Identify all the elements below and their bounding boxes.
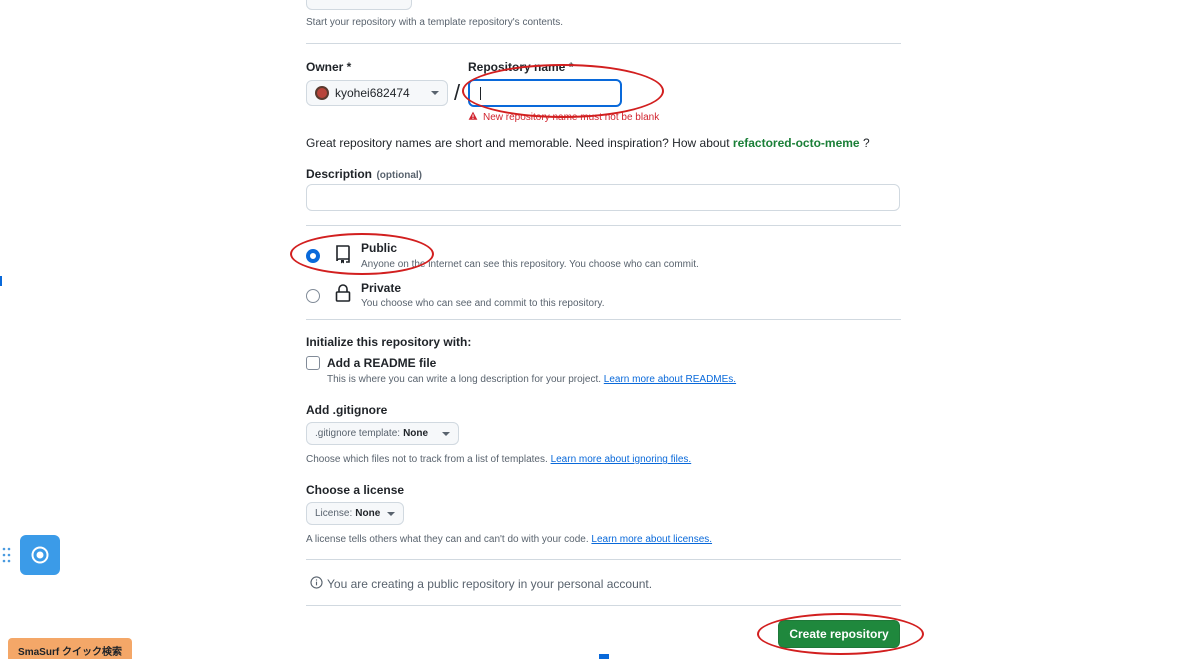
- public-radio[interactable]: [306, 249, 320, 263]
- smasurf-search-tab[interactable]: SmaSurf クイック検索: [8, 638, 132, 659]
- smasurf-label: SmaSurf クイック検索: [18, 646, 122, 658]
- divider-top: [306, 43, 901, 44]
- left-edge-marker: [0, 276, 2, 286]
- divider-notice-bottom: [306, 605, 901, 606]
- repo-name-label: Repository name *: [468, 60, 574, 74]
- license-desc: A license tells others what they can and…: [306, 534, 712, 545]
- template-select-partial[interactable]: [306, 0, 412, 10]
- gitignore-select[interactable]: .gitignore template: None: [306, 422, 459, 445]
- public-desc: Anyone on the internet can see this repo…: [361, 259, 699, 270]
- license-heading: Choose a license: [306, 483, 405, 497]
- gitignore-heading: Add .gitignore: [306, 403, 388, 417]
- license-select-value: None: [355, 508, 381, 519]
- license-learn-more-link[interactable]: Learn more about licenses.: [591, 534, 712, 545]
- license-select-prefix: License:: [315, 508, 353, 519]
- gitignore-learn-more-link[interactable]: Learn more about ignoring files.: [551, 454, 692, 465]
- public-label[interactable]: Public: [361, 241, 397, 255]
- owner-name: kyohei682474: [335, 86, 410, 100]
- suggestion-prefix: Great repository names are short and mem…: [306, 136, 730, 150]
- description-label-text: Description: [306, 167, 373, 181]
- lock-icon: [334, 283, 352, 308]
- divider-notice-top: [306, 559, 901, 560]
- repo-name-error: New repository name must not be blank: [468, 111, 659, 124]
- owner-select[interactable]: kyohei682474: [306, 80, 448, 106]
- drag-handle-icon[interactable]: [2, 547, 12, 563]
- chevron-down-icon: [387, 511, 395, 516]
- notice: You are creating a public repository in …: [310, 576, 652, 592]
- bottom-edge-marker: [599, 654, 609, 659]
- gitignore-select-prefix: .gitignore template:: [315, 428, 401, 439]
- create-repository-button[interactable]: Create repository: [778, 620, 900, 648]
- text-cursor: [480, 87, 481, 100]
- chevron-down-icon: [442, 431, 450, 436]
- private-desc: You choose who can see and commit to thi…: [361, 298, 605, 309]
- suggestion-suffix: ?: [862, 136, 870, 150]
- readme-desc-text: This is where you can write a long descr…: [327, 374, 602, 385]
- alert-icon: [468, 111, 478, 124]
- name-suggestion: Great repository names are short and mem…: [306, 136, 870, 150]
- chevron-down-icon: [431, 91, 439, 95]
- description-optional: (optional): [376, 170, 423, 181]
- gitignore-desc-text: Choose which files not to track from a l…: [306, 454, 548, 465]
- readme-checkbox[interactable]: [306, 356, 320, 370]
- readme-learn-more-link[interactable]: Learn more about READMEs.: [604, 374, 736, 385]
- owner-label: Owner *: [306, 60, 352, 74]
- init-heading: Initialize this repository with:: [306, 335, 472, 349]
- suggestion-name-link[interactable]: refactored-octo-meme: [733, 136, 860, 150]
- target-icon: [31, 546, 49, 564]
- readme-desc: This is where you can write a long descr…: [327, 374, 736, 385]
- description-label: Description (optional): [306, 165, 422, 183]
- repo-icon: [334, 244, 352, 269]
- license-select[interactable]: License: None: [306, 502, 404, 525]
- divider-visibility: [306, 225, 901, 226]
- template-hint: Start your repository with a template re…: [306, 17, 564, 28]
- path-separator: /: [454, 80, 461, 105]
- repo-name-input[interactable]: [468, 79, 622, 107]
- private-label[interactable]: Private: [361, 281, 401, 295]
- avatar: [315, 86, 329, 100]
- license-desc-text: A license tells others what they can and…: [306, 534, 589, 545]
- error-text: New repository name must not be blank: [483, 112, 660, 123]
- info-icon: [310, 576, 323, 592]
- notice-text: You are creating a public repository in …: [327, 577, 653, 591]
- readme-label[interactable]: Add a README file: [327, 356, 436, 370]
- gitignore-desc: Choose which files not to track from a l…: [306, 454, 691, 465]
- floating-record-button[interactable]: [20, 535, 60, 575]
- description-input[interactable]: [306, 184, 900, 211]
- divider-init: [306, 319, 901, 320]
- private-radio[interactable]: [306, 289, 320, 303]
- gitignore-select-value: None: [403, 428, 429, 439]
